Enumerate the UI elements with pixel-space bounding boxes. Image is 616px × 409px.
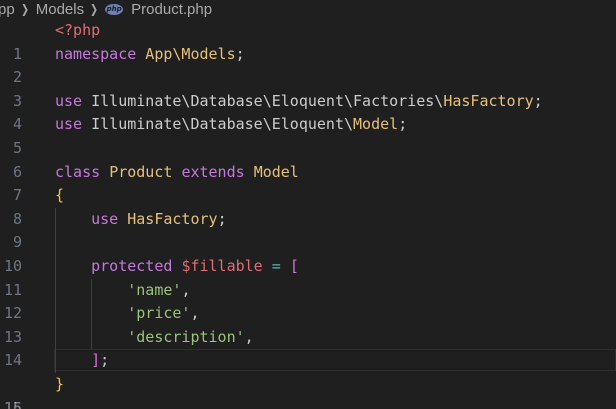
line-content: 'description', xyxy=(55,326,254,350)
class-token: Product xyxy=(109,162,173,181)
chevron-right-icon: ❯ xyxy=(90,2,99,16)
line-content: class Product extends Model xyxy=(55,161,299,185)
punctuation-token: ; xyxy=(100,351,110,370)
keyword-token: class xyxy=(55,162,101,181)
code-line[interactable]: 8 { xyxy=(0,184,616,228)
punctuation-token: ; xyxy=(398,115,408,134)
keyword-token: namespace xyxy=(55,44,137,63)
code-line[interactable]: 3 xyxy=(0,66,616,110)
code-line-current[interactable]: 15 ]; xyxy=(0,349,616,409)
code-line[interactable]: 5 use Illuminate\Database\Eloquent\Model… xyxy=(0,113,616,157)
keyword-token: use xyxy=(91,209,119,228)
current-line-highlight xyxy=(54,349,616,372)
indent-token xyxy=(55,351,91,369)
code-line[interactable]: 6 xyxy=(0,137,616,181)
php-open-tag: <?php xyxy=(55,21,101,39)
breadcrumb: pp ❯ Models ❯ php Product.php xyxy=(0,0,616,18)
line-content: } xyxy=(55,373,64,397)
bracket-token: [ xyxy=(289,256,299,275)
line-content: use Illuminate\Database\Eloquent\Model; xyxy=(55,113,407,137)
punctuation-token: , xyxy=(244,327,254,346)
namespace-token: Illuminate\Database\Eloquent\Factories\ xyxy=(82,91,444,110)
variable-token: $fillable xyxy=(181,256,263,275)
keyword-token: protected xyxy=(91,256,173,275)
code-line[interactable]: 12 'name', xyxy=(0,278,616,322)
brace-token: { xyxy=(55,186,65,205)
line-content: namespace App\Models; xyxy=(55,43,245,67)
class-token: Model xyxy=(353,115,399,134)
code-line[interactable]: 11 protected $fillable = [ xyxy=(0,254,616,299)
line-content: use Illuminate\Database\Eloquent\Factori… xyxy=(55,90,543,114)
line-content: <?php xyxy=(55,19,100,43)
indent-guide xyxy=(55,231,56,255)
string-token: 'description' xyxy=(127,327,245,346)
string-token: 'price' xyxy=(127,304,191,323)
bracket-token: ] xyxy=(91,351,101,370)
punctuation-token: ; xyxy=(533,91,543,110)
keyword-token: use xyxy=(55,91,83,110)
indent-token xyxy=(55,257,91,275)
brace-token: } xyxy=(55,374,65,393)
string-token: 'name' xyxy=(127,280,182,299)
code-line[interactable]: 10 xyxy=(0,231,616,275)
class-token: HasFactory xyxy=(443,91,534,110)
indent-token xyxy=(55,210,91,228)
punctuation-token: ; xyxy=(217,209,227,228)
code-line[interactable]: 16 } xyxy=(0,373,616,409)
operator-token: = xyxy=(271,256,281,275)
indent-token xyxy=(55,281,127,299)
php-file-icon: php xyxy=(105,3,124,15)
breadcrumb-item-models[interactable]: Models xyxy=(36,1,84,18)
code-line[interactable]: 9 use HasFactory; xyxy=(0,207,616,251)
keyword-token: extends xyxy=(181,162,245,181)
namespace-token: App\Models xyxy=(136,44,236,63)
code-area[interactable]: 1 <?php 2 namespace App\Models; 3 4 use … xyxy=(0,19,616,409)
line-content: ]; xyxy=(55,349,109,373)
line-content: { xyxy=(55,184,64,208)
code-line[interactable]: 13 'price', xyxy=(0,302,616,346)
indent-token xyxy=(55,304,127,322)
line-number: 16 xyxy=(3,398,22,409)
code-line[interactable]: 1 <?php xyxy=(0,19,616,63)
punctuation-token: ; xyxy=(235,44,245,63)
keyword-token: use xyxy=(55,115,83,134)
chevron-right-icon: ❯ xyxy=(20,2,29,16)
code-editor[interactable]: pp ❯ Models ❯ php Product.php 1 <?php 2 … xyxy=(0,0,616,409)
line-content: 'price', xyxy=(55,302,200,326)
line-content: 'name', xyxy=(55,279,190,303)
indent-token xyxy=(55,328,127,346)
line-content: use HasFactory; xyxy=(55,208,227,232)
code-line[interactable]: 2 namespace App\Models; xyxy=(0,43,616,87)
namespace-token: Illuminate\Database\Eloquent\ xyxy=(82,115,354,134)
punctuation-token: , xyxy=(190,304,200,323)
line-content: protected $fillable = [ xyxy=(55,255,299,279)
code-line[interactable]: 14 'description', xyxy=(0,325,616,369)
class-token: Model xyxy=(253,162,299,181)
code-line[interactable]: 4 use Illuminate\Database\Eloquent\Facto… xyxy=(0,90,616,134)
code-line[interactable]: 7 class Product extends Model xyxy=(0,161,616,205)
breadcrumb-item-app[interactable]: pp xyxy=(0,1,15,18)
punctuation-token: , xyxy=(181,280,191,299)
breadcrumb-item-file[interactable]: Product.php xyxy=(131,1,212,18)
class-token: HasFactory xyxy=(127,209,218,228)
